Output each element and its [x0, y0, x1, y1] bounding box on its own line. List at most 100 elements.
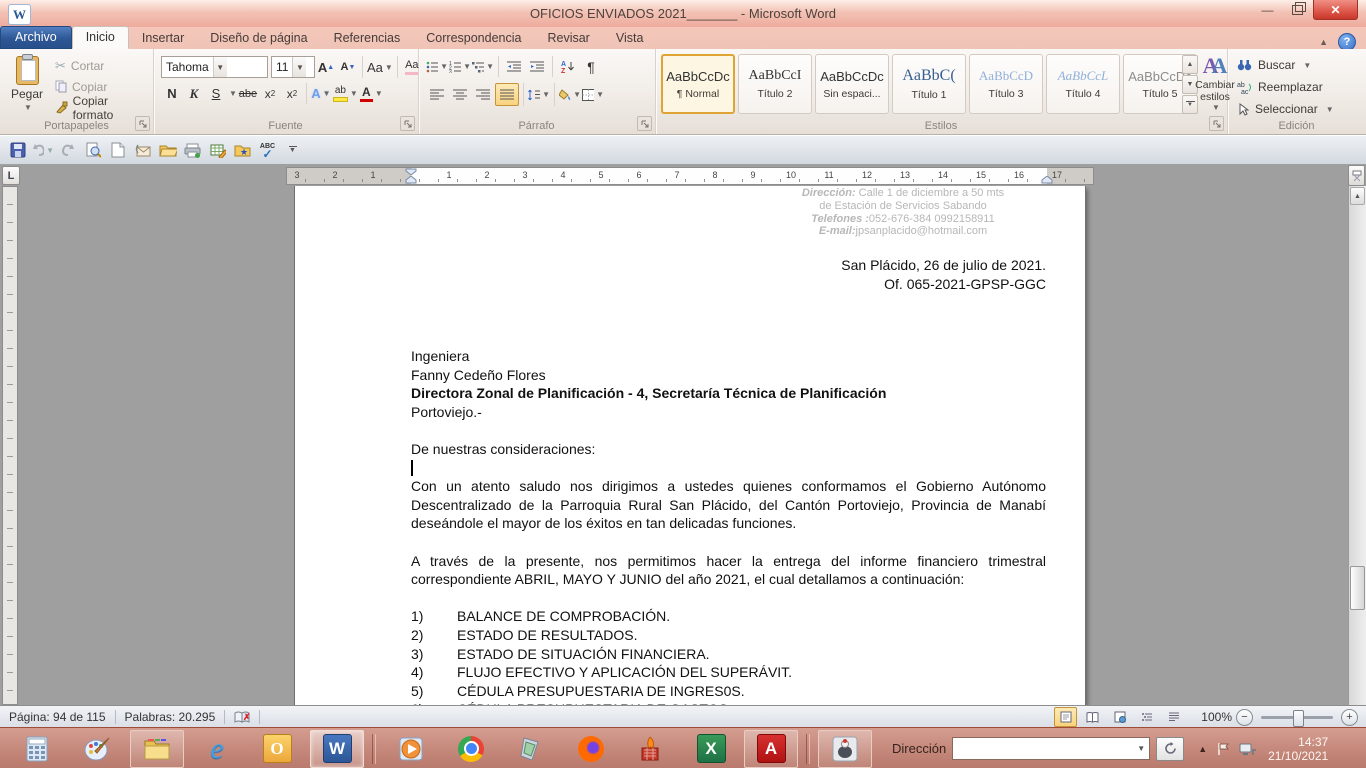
taskbar-paint-icon[interactable]	[70, 730, 124, 768]
tab-vista[interactable]: Vista	[603, 28, 657, 49]
taskbar-internet-explorer-icon[interactable]: e	[190, 730, 244, 768]
align-center-button[interactable]	[449, 84, 471, 105]
font-size-combo[interactable]: 11 ▼	[271, 56, 315, 78]
save-icon[interactable]	[6, 139, 29, 162]
grow-font-button[interactable]: A▲	[315, 57, 337, 78]
tab-stop-selector[interactable]: L	[2, 166, 20, 185]
shrink-font-button[interactable]: A▼	[337, 57, 359, 78]
underline-dropdown-icon[interactable]: ▼	[229, 89, 237, 98]
strikethrough-button[interactable]: abe	[237, 83, 259, 104]
subscript-button[interactable]: x2	[259, 83, 281, 104]
text-effects-button[interactable]: A▼	[310, 83, 332, 104]
view-ruler-toggle-button[interactable]	[1348, 165, 1365, 186]
style-titulo-3[interactable]: AaBbCcD Título 3	[969, 54, 1043, 114]
letter-body[interactable]: Ingeniera Fanny Cedeño Flores Directora …	[411, 347, 1046, 705]
address-input[interactable]: ▼	[952, 737, 1150, 760]
multilevel-list-button[interactable]: ▼	[472, 56, 494, 77]
decrease-indent-button[interactable]	[503, 56, 525, 77]
change-case-button[interactable]: Aa▼	[366, 57, 394, 78]
show-hidden-icons-button[interactable]: ▲	[1198, 744, 1207, 754]
attachment-mail-icon[interactable]	[131, 139, 154, 162]
taskbar-media-player-icon[interactable]	[384, 730, 438, 768]
fuente-dialog-launcher[interactable]	[400, 116, 415, 131]
fullscreen-reading-view-button[interactable]	[1081, 707, 1104, 727]
taskbar-nero-icon[interactable]	[624, 730, 678, 768]
print-layout-view-button[interactable]	[1054, 707, 1077, 727]
zoom-slider[interactable]	[1261, 716, 1333, 719]
styles-scroll-up-button[interactable]: ▲	[1182, 55, 1198, 74]
replace-button[interactable]: abac Reemplazar	[1237, 77, 1334, 97]
align-right-button[interactable]	[472, 84, 494, 105]
line-spacing-button[interactable]: ▼	[528, 84, 550, 105]
taskbar-outlook-icon[interactable]: O	[250, 730, 304, 768]
style-normal[interactable]: AaBbCcDc ¶ Normal	[661, 54, 735, 114]
taskbar-file-explorer-icon[interactable]	[130, 730, 184, 768]
superscript-button[interactable]: x2	[281, 83, 303, 104]
sort-button[interactable]: AZ	[557, 56, 579, 77]
taskbar-clock[interactable]: 14:37 21/10/2021	[1268, 735, 1334, 763]
zoom-level[interactable]: 100%	[1201, 710, 1232, 724]
bold-button[interactable]: N	[161, 83, 183, 104]
taskbar-java-icon[interactable]	[818, 730, 872, 768]
tab-referencias[interactable]: Referencias	[321, 28, 414, 49]
taskbar-chrome-icon[interactable]	[444, 730, 498, 768]
taskbar-excel-icon[interactable]: X	[684, 730, 738, 768]
close-button[interactable]: ✕	[1313, 0, 1358, 20]
justify-button[interactable]	[495, 83, 519, 106]
underline-button[interactable]: S	[205, 83, 227, 104]
taskbar-word-icon[interactable]: W	[310, 730, 364, 768]
font-family-combo[interactable]: Tahoma ▼	[161, 56, 268, 78]
estilos-dialog-launcher[interactable]	[1209, 116, 1224, 131]
open-folder-icon[interactable]	[156, 139, 179, 162]
zoom-slider-thumb[interactable]	[1293, 710, 1304, 727]
parrafo-dialog-launcher[interactable]	[637, 116, 652, 131]
shading-button[interactable]: ▼	[559, 84, 581, 105]
tab-diseno-de-pagina[interactable]: Diseño de página	[197, 28, 320, 49]
outline-view-button[interactable]	[1135, 707, 1158, 727]
print-icon[interactable]	[181, 139, 204, 162]
qat-more-icon[interactable]: ▼	[281, 139, 304, 162]
network-icon[interactable]	[1239, 742, 1256, 756]
right-indent-marker[interactable]	[1041, 176, 1053, 184]
style-titulo-4[interactable]: AaBbCcL Título 4	[1046, 54, 1120, 114]
increase-indent-button[interactable]	[526, 56, 548, 77]
new-document-icon[interactable]	[106, 139, 129, 162]
tab-insertar[interactable]: Insertar	[129, 28, 197, 49]
select-button[interactable]: Seleccionar▼	[1237, 99, 1334, 119]
style-sin-espaciado[interactable]: AaBbCcDc Sin espaci...	[815, 54, 889, 114]
tab-revisar[interactable]: Revisar	[534, 28, 602, 49]
minimize-button[interactable]: —	[1253, 0, 1282, 19]
folder-star-icon[interactable]: ★	[231, 139, 254, 162]
document-page[interactable]: Dirección: Calle 1 de diciembre a 50 mts…	[295, 186, 1085, 705]
scroll-up-button[interactable]: ▲	[1350, 187, 1365, 205]
first-line-indent-marker[interactable]	[405, 168, 417, 176]
horizontal-ruler[interactable]: 3211234567891011121314151617	[286, 167, 1094, 185]
spelling-grammar-icon[interactable]: ABC✓	[256, 139, 279, 162]
zoom-out-button[interactable]: −	[1236, 709, 1253, 726]
redo-icon[interactable]	[56, 139, 79, 162]
style-titulo-2[interactable]: AaBbCcI Título 2	[738, 54, 812, 114]
align-left-button[interactable]	[426, 84, 448, 105]
taskbar-firefox-icon[interactable]	[564, 730, 618, 768]
paste-button[interactable]: Pegar ▼	[7, 54, 47, 122]
italic-button[interactable]: K	[183, 83, 205, 104]
page-indicator[interactable]: Página: 94 de 115	[0, 706, 115, 728]
address-go-refresh-button[interactable]	[1156, 737, 1184, 761]
print-preview-icon[interactable]	[81, 139, 104, 162]
taskbar-calculator-icon[interactable]	[10, 730, 64, 768]
draft-view-button[interactable]	[1162, 707, 1185, 727]
zoom-in-button[interactable]: +	[1341, 709, 1358, 726]
highlight-button[interactable]: ab▼	[332, 83, 359, 104]
undo-icon[interactable]: ▼	[31, 139, 54, 162]
portapapeles-dialog-launcher[interactable]	[135, 116, 150, 131]
find-button[interactable]: Buscar▼	[1237, 55, 1334, 75]
taskbar-autocad-icon[interactable]: A	[744, 730, 798, 768]
borders-button[interactable]: ▼	[582, 84, 604, 105]
edit-table-icon[interactable]	[206, 139, 229, 162]
vertical-scrollbar[interactable]: ▲	[1348, 186, 1366, 705]
tab-correspondencia[interactable]: Correspondencia	[413, 28, 534, 49]
address-dropdown-icon[interactable]: ▼	[1133, 738, 1149, 759]
bullets-button[interactable]: ▼	[426, 56, 448, 77]
numbering-button[interactable]: 123▼	[449, 56, 471, 77]
style-titulo-1[interactable]: AaBbC( Título 1	[892, 54, 966, 114]
